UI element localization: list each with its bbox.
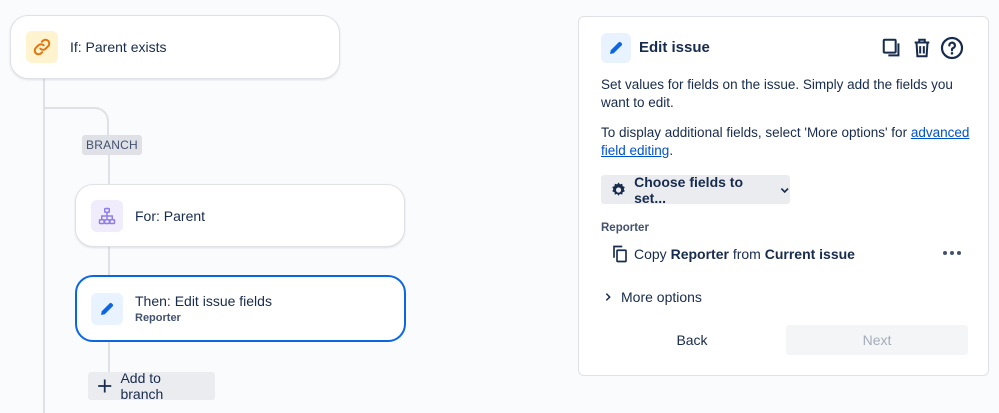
copy-icon <box>613 245 627 263</box>
then-card-subtitle: Reporter <box>135 312 181 324</box>
pencil-icon <box>610 41 623 54</box>
copy-row-field: Reporter <box>670 246 729 262</box>
reporter-field-label: Reporter <box>601 222 649 234</box>
more-options-label: More options <box>621 289 702 305</box>
panel-description: Set values for fields on the issue. Simp… <box>601 77 953 110</box>
more-options-toggle[interactable]: More options <box>603 289 702 305</box>
pencil-icon <box>101 302 114 315</box>
copy-row-prefix: Copy <box>634 246 671 262</box>
additional-fields-prefix: To display additional fields, select 'Mo… <box>601 125 911 140</box>
copy-icon[interactable] <box>881 37 903 59</box>
additional-fields-suffix: . <box>669 143 674 158</box>
edit-issue-panel: Edit issue Set values for fields on the … <box>578 16 989 376</box>
for-card-title: For: Parent <box>135 207 206 224</box>
next-button[interactable]: Next <box>786 325 968 355</box>
chevron-right-icon <box>605 293 611 301</box>
chevron-down-icon <box>780 187 789 193</box>
copy-row-source: Current issue <box>764 246 855 262</box>
add-to-branch-button[interactable]: Add to branch <box>88 370 215 402</box>
flow-connector-then-add <box>108 342 110 372</box>
flow-connector-branch <box>108 154 110 184</box>
flow-connector-branch-curve <box>43 107 109 137</box>
branch-tag: BRANCH <box>82 135 142 155</box>
add-to-branch-label: Add to branch <box>120 370 164 402</box>
reporter-copy-row: Copy Reporter from Current issue <box>611 245 855 263</box>
panel-title-icon-box <box>601 33 631 63</box>
for-branch-card[interactable]: For: Parent <box>75 184 405 247</box>
panel-title: Edit issue <box>639 39 710 56</box>
if-condition-card[interactable]: If: Parent exists <box>10 15 340 79</box>
link-icon <box>33 38 51 56</box>
more-icon[interactable] <box>941 248 963 258</box>
if-icon-box <box>26 31 58 63</box>
then-card-title: Then: Edit issue fields <box>135 293 272 309</box>
choose-fields-label: Choose fields to set... <box>634 173 744 206</box>
if-card-title: If: Parent exists <box>70 39 167 55</box>
help-icon[interactable] <box>940 36 964 60</box>
trash-icon[interactable] <box>911 37 933 59</box>
copy-row-middle: from <box>728 246 765 262</box>
back-button[interactable]: Back <box>601 325 783 355</box>
then-card-text: Then: Edit issue fields Reporter <box>135 293 272 324</box>
plus-icon <box>98 379 112 393</box>
gear-icon <box>612 182 625 196</box>
for-icon-box <box>91 199 123 232</box>
then-icon-box <box>91 292 123 325</box>
flow-connector-for-then <box>108 247 110 275</box>
choose-fields-button[interactable]: Choose fields to set... <box>601 173 790 206</box>
then-action-card[interactable]: Then: Edit issue fields Reporter <box>75 275 406 342</box>
panel-additional-fields-text: To display additional fields, select 'Mo… <box>601 124 971 160</box>
hierarchy-icon <box>98 207 116 224</box>
